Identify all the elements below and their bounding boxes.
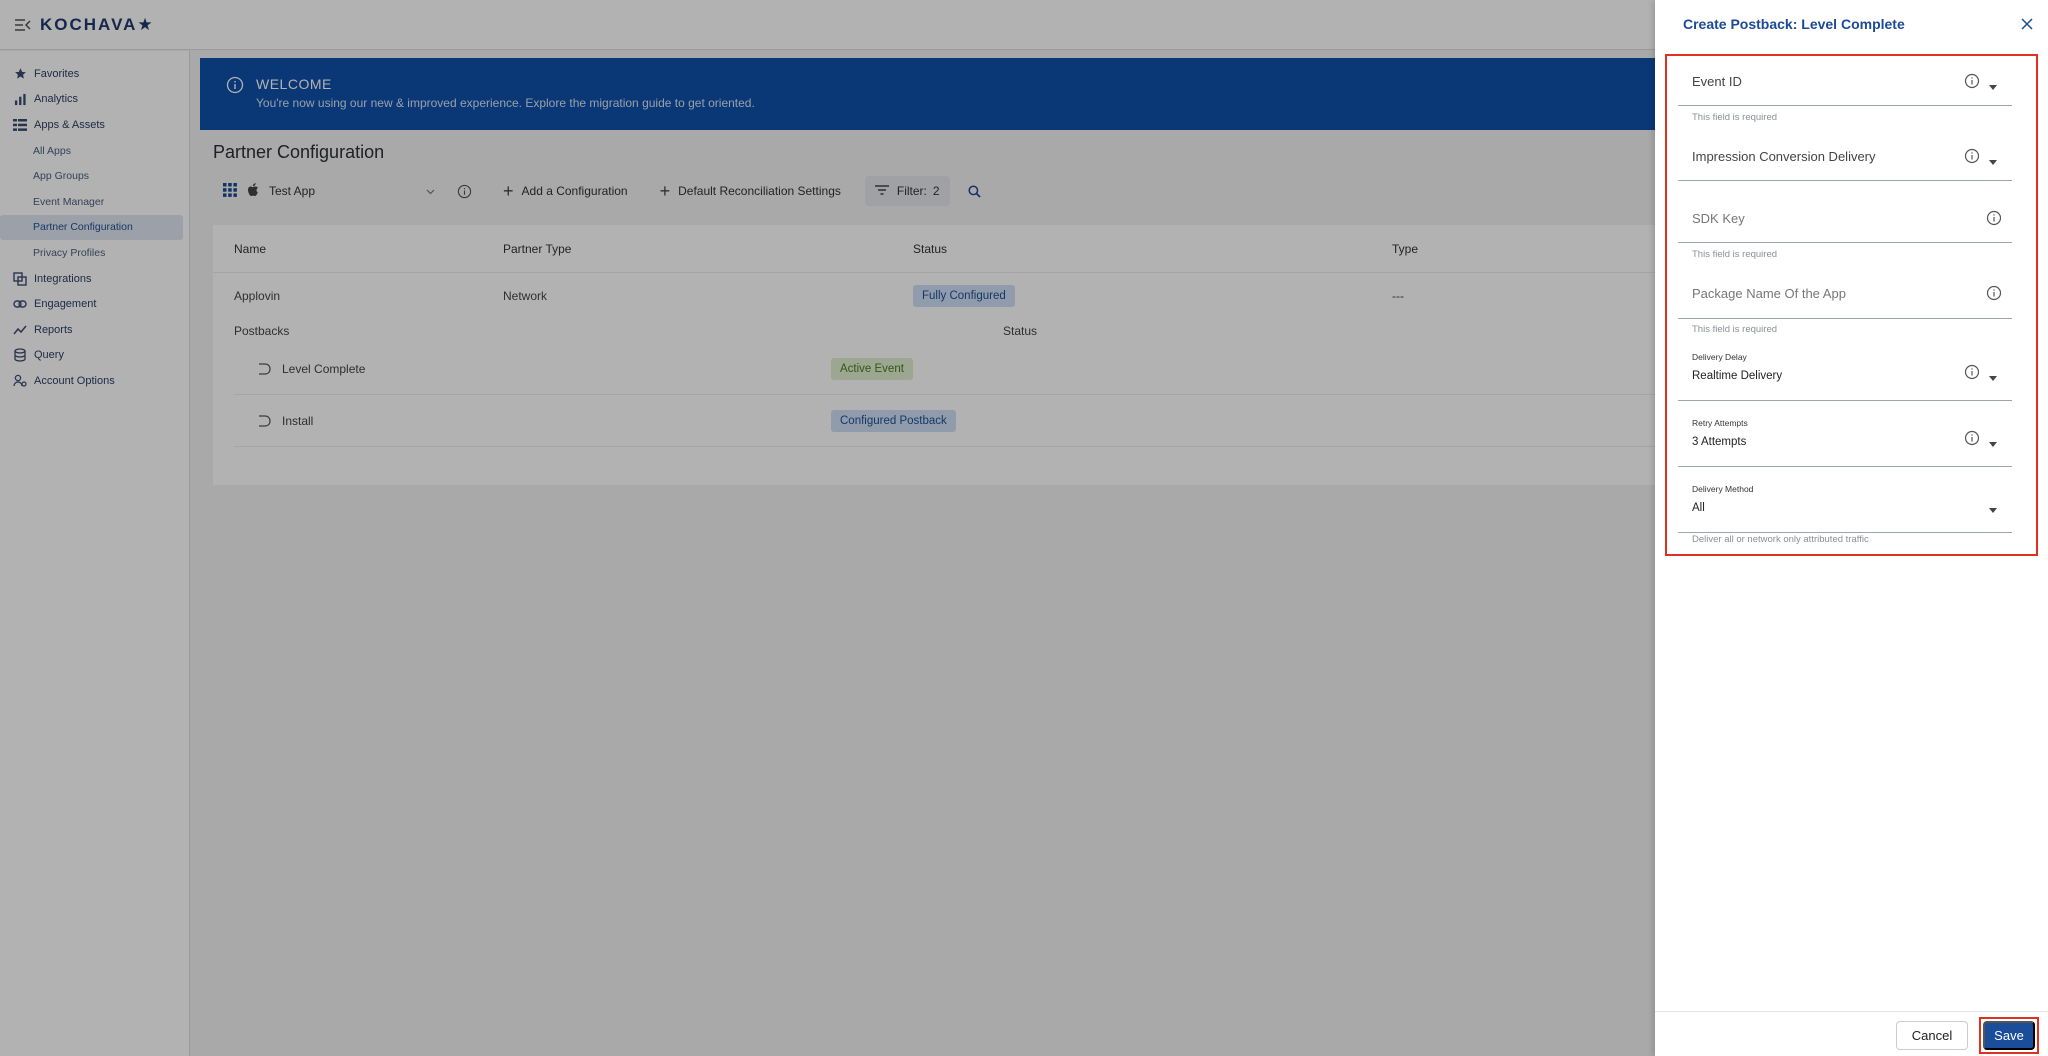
sdk-key-input[interactable]: SDK Key xyxy=(1678,191,2012,243)
sdk-key-label: SDK Key xyxy=(1692,211,1745,226)
event-id-select[interactable]: Event ID xyxy=(1678,56,2012,106)
caret-down-icon[interactable] xyxy=(1988,435,1998,447)
info-icon[interactable] xyxy=(1964,364,1980,380)
delivery-method-label: Delivery Method xyxy=(1692,484,1754,494)
drawer-header: Create Postback: Level Complete xyxy=(1655,0,2048,48)
delivery-method-helper: Deliver all or network only attributed t… xyxy=(1692,534,1869,545)
retry-attempts-value: 3 Attempts xyxy=(1692,436,1747,448)
info-icon[interactable] xyxy=(1964,73,1980,89)
drawer-footer: Cancel Save xyxy=(1655,1011,2048,1056)
delivery-method-select[interactable]: Delivery Method All xyxy=(1678,484,2012,533)
package-name-label: Package Name Of the App xyxy=(1692,286,1846,301)
impression-conversion-delivery-label: Impression Conversion Delivery xyxy=(1692,149,1876,164)
info-icon[interactable] xyxy=(1964,430,1980,446)
caret-down-icon[interactable] xyxy=(1988,78,1998,90)
caret-down-icon[interactable] xyxy=(1988,369,1998,381)
save-highlight: Save xyxy=(1979,1017,2039,1054)
package-name-input[interactable]: Package Name Of the App xyxy=(1678,267,2012,319)
postback-form: Event ID This field is required Impressi… xyxy=(1665,54,2038,556)
create-postback-drawer: Create Postback: Level Complete Event ID… xyxy=(1655,0,2048,1056)
delivery-delay-value: Realtime Delivery xyxy=(1692,370,1783,382)
event-id-helper: This field is required xyxy=(1692,112,1778,123)
info-icon[interactable] xyxy=(1964,148,1980,164)
retry-attempts-label: Retry Attempts xyxy=(1692,418,1748,428)
delivery-method-value: All xyxy=(1692,502,1705,514)
info-icon[interactable] xyxy=(1986,285,2002,301)
save-button[interactable]: Save xyxy=(1983,1021,2035,1050)
drawer-title: Create Postback: Level Complete xyxy=(1683,16,1905,32)
caret-down-icon[interactable] xyxy=(1988,501,1998,513)
package-name-helper: This field is required xyxy=(1692,324,1778,335)
delivery-delay-select[interactable]: Delivery Delay Realtime Delivery xyxy=(1678,352,2012,401)
info-icon[interactable] xyxy=(1986,210,2002,226)
close-icon[interactable] xyxy=(2018,15,2036,33)
delivery-delay-label: Delivery Delay xyxy=(1692,352,1747,362)
cancel-button[interactable]: Cancel xyxy=(1896,1021,1968,1050)
impression-conversion-delivery-select[interactable]: Impression Conversion Delivery xyxy=(1678,131,2012,181)
event-id-label: Event ID xyxy=(1692,74,1742,89)
retry-attempts-select[interactable]: Retry Attempts 3 Attempts xyxy=(1678,418,2012,467)
caret-down-icon[interactable] xyxy=(1988,153,1998,165)
modal-overlay[interactable] xyxy=(0,0,1655,1056)
sdk-key-helper: This field is required xyxy=(1692,249,1778,260)
